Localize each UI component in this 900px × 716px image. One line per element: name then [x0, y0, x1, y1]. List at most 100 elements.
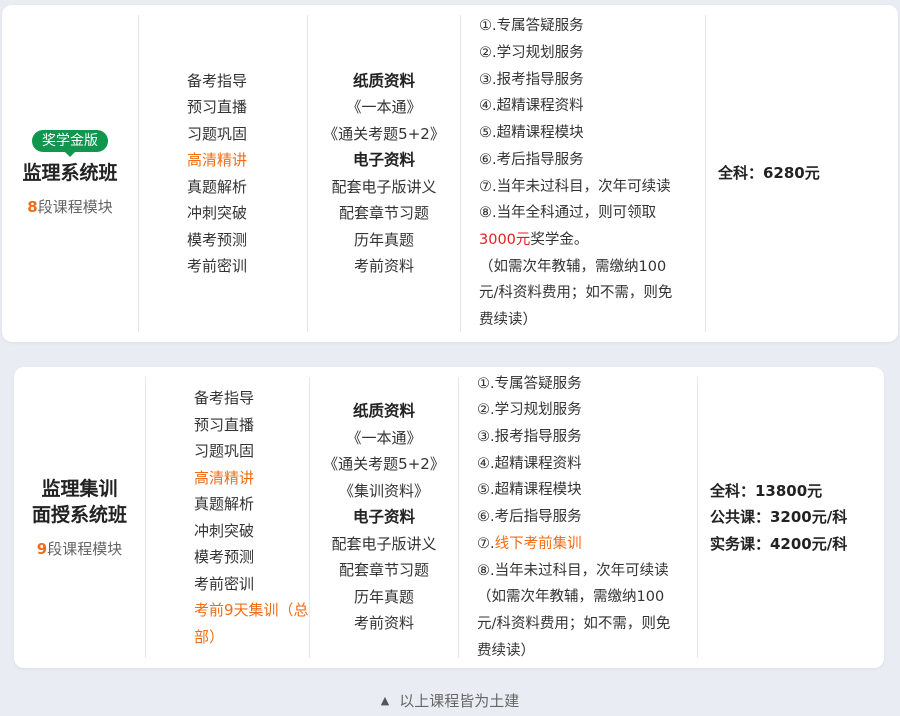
material-item: 《一本通》 — [346, 428, 422, 447]
service-text: 费续读） — [479, 312, 537, 329]
service-line: ⑦.当年未过科目，次年可续读 — [479, 174, 701, 201]
services-list: ①.专属答疑服务 ②.学习规划服务 ③.报考指导服务 ④.超精课程资料 ⑤.超精课程模块… — [459, 367, 697, 668]
price-item: 实务课：4200元/科 — [710, 534, 848, 553]
material-item: 《集训资料》 — [338, 481, 429, 500]
material-item: 考前资料 — [353, 614, 414, 633]
service-text: 奖学金。 — [530, 231, 589, 248]
lesson-item: 模考预测 — [187, 230, 248, 249]
service-line: 3000元奖学金。 — [479, 227, 701, 254]
material-item: 考前资料 — [353, 257, 414, 275]
service-line: ⑥.考后指导服务 — [477, 504, 693, 531]
course-title-line: 监理集训 — [41, 478, 118, 500]
lesson-item: 高清精讲 — [187, 151, 248, 169]
lesson-item: 预习直播 — [194, 415, 255, 434]
module-count: 8段课程模块 — [27, 196, 112, 217]
course-card-supervision-system: 奖学金版 监理系统班 8段课程模块 备考指导预习直播习题巩固高清精讲真题解析冲刺… — [2, 5, 898, 342]
material-item: 《通关考题5+2》 — [323, 455, 445, 474]
service-text: 线下考前集训 — [494, 535, 582, 552]
services-list: ①.专属答疑服务 ②.学习规划服务 ③.报考指导服务 ④.超精课程资料 ⑤.超精课程模块… — [461, 5, 705, 342]
lesson-item: 考前9天集训（总部） — [194, 601, 309, 646]
price-list: 全科：13800元公共课：3200元/科 实务课：4200元/科 — [698, 367, 884, 668]
material-item: 《通关考题5+2》 — [323, 124, 445, 143]
service-line: 元/科资料费用；如不需，则免 — [477, 611, 693, 638]
triangle-up-icon: ▲ — [380, 694, 390, 707]
service-line: ⑤.超精课程模块 — [479, 120, 701, 147]
service-line: ⑧.当年全科通过，则可领取 — [479, 200, 701, 227]
service-text: ⑥.考后指导服务 — [477, 509, 582, 526]
lesson-item: 考前密训 — [187, 257, 248, 275]
service-text: ⑥.考后指导服务 — [479, 151, 584, 168]
service-line: ④.超精课程资料 — [477, 451, 693, 478]
lesson-list: 备考指导预习直播习题巩固高清精讲真题解析冲刺突破模考预测考前密训 — [139, 5, 307, 342]
service-line: （如需次年教辅，需缴纳100 — [477, 584, 693, 611]
service-text: ⑦. — [477, 535, 495, 552]
service-line: ②.学习规划服务 — [479, 40, 701, 67]
course-info: 奖学金版 监理系统班 8段课程模块 — [2, 5, 138, 342]
lesson-list: 备考指导 预习直播 习题巩固 高清精讲 真题解析 冲刺突破 模考预测 考前密训 考前9天集训（总… — [146, 367, 309, 668]
service-line: ②.学习规划服务 — [477, 397, 693, 424]
service-text: 元/科资料费用；如不需，则免 — [477, 615, 671, 632]
material-item: 配套电子版讲义 — [331, 534, 437, 553]
service-text: ②.学习规划服务 — [477, 402, 582, 419]
course-card-supervision-training: 监理集训 面授系统班 9段课程模块 备考指导 预习直播 习题巩固 高清精讲 真题解析 冲刺… — [14, 367, 884, 668]
service-text: ③.报考指导服务 — [479, 71, 584, 88]
materials-heading: 电子资料 — [352, 508, 415, 527]
materials-heading: 电子资料 — [352, 151, 415, 169]
course-info: 监理集训 面授系统班 9段课程模块 — [14, 367, 145, 668]
service-line: 费续读） — [479, 307, 701, 334]
lesson-item: 习题巩固 — [194, 442, 255, 460]
service-text: （如需次年教辅，需缴纳100 — [477, 589, 665, 606]
materials-list: 纸质资料《一本通》《通关考题5+2》 《集训资料》 电子资料配套电子版讲义 配套章节习… — [310, 367, 458, 668]
price-item: 公共课：3200元/科 — [710, 508, 848, 527]
service-text: ③.报考指导服务 — [477, 429, 582, 446]
materials-list: 纸质资料 《一本通》 《通关考题5+2》 电子资料 配套电子版讲义 配套章节习题 历年真题考… — [308, 5, 460, 342]
service-text: （如需次年教辅，需缴纳100 — [479, 258, 667, 275]
service-line: ①.专属答疑服务 — [479, 13, 701, 40]
price-item: 全科：13800元 — [710, 481, 823, 500]
lesson-item: 考前密训 — [194, 574, 255, 593]
service-line: ⑧.当年未过科目，次年可续读 — [477, 558, 693, 585]
module-count-label: 段课程模块 — [47, 540, 123, 558]
material-item: 历年真题 — [353, 587, 414, 606]
course-title: 监理集训 面授系统班 — [32, 476, 127, 528]
material-item: 配套电子版讲义 — [331, 177, 437, 196]
service-text: ①.专属答疑服务 — [477, 375, 582, 392]
service-line: ④.超精课程资料 — [479, 93, 701, 120]
course-title-line: 面授系统班 — [31, 504, 127, 526]
service-line: ③.报考指导服务 — [477, 424, 693, 451]
module-count-label: 段课程模块 — [37, 198, 113, 216]
footer-note: ▲ 以上课程皆为土建 — [0, 690, 900, 711]
service-line: ⑥.考后指导服务 — [479, 147, 701, 174]
service-text: ⑤.超精课程模块 — [477, 482, 582, 499]
module-count-number: 9 — [36, 540, 48, 558]
lesson-item: 习题巩固 — [187, 124, 248, 143]
service-text: ⑦.当年未过科目，次年可续读 — [479, 178, 671, 195]
service-text: ⑧.当年未过科目，次年可续读 — [477, 562, 669, 579]
service-line: （如需次年教辅，需缴纳100 — [479, 254, 701, 281]
lesson-item: 预习直播 — [187, 98, 248, 116]
footer-text: 以上课程皆为土建 — [399, 692, 520, 710]
service-text: ④.超精课程资料 — [477, 455, 582, 472]
material-item: 《一本通》 — [346, 98, 422, 116]
material-item: 配套章节习题 — [338, 561, 429, 580]
lesson-item: 冲刺突破 — [187, 204, 248, 222]
service-line: ⑤.超精课程模块 — [477, 477, 693, 504]
lesson-item: 模考预测 — [194, 548, 255, 566]
module-count: 9段课程模块 — [37, 538, 122, 559]
price-list: 全科：6280元 — [706, 5, 898, 342]
service-line: ①.专属答疑服务 — [477, 371, 693, 398]
service-text: 3000元 — [479, 231, 531, 248]
service-text: ④.超精课程资料 — [479, 98, 584, 115]
price-item: 全科：6280元 — [718, 164, 820, 183]
lesson-item: 真题解析 — [194, 495, 255, 513]
lesson-item: 冲刺突破 — [194, 521, 255, 540]
lesson-item: 真题解析 — [187, 177, 248, 196]
course-title: 监理系统班 — [22, 160, 117, 186]
lesson-item: 高清精讲 — [194, 468, 255, 487]
material-item: 历年真题 — [353, 230, 414, 249]
materials-heading: 纸质资料 — [352, 402, 415, 421]
service-text: 费续读） — [477, 642, 535, 659]
lesson-item: 备考指导 — [187, 71, 248, 90]
materials-heading: 纸质资料 — [352, 71, 415, 90]
service-line: 元/科资料费用；如不需，则免 — [479, 280, 701, 307]
